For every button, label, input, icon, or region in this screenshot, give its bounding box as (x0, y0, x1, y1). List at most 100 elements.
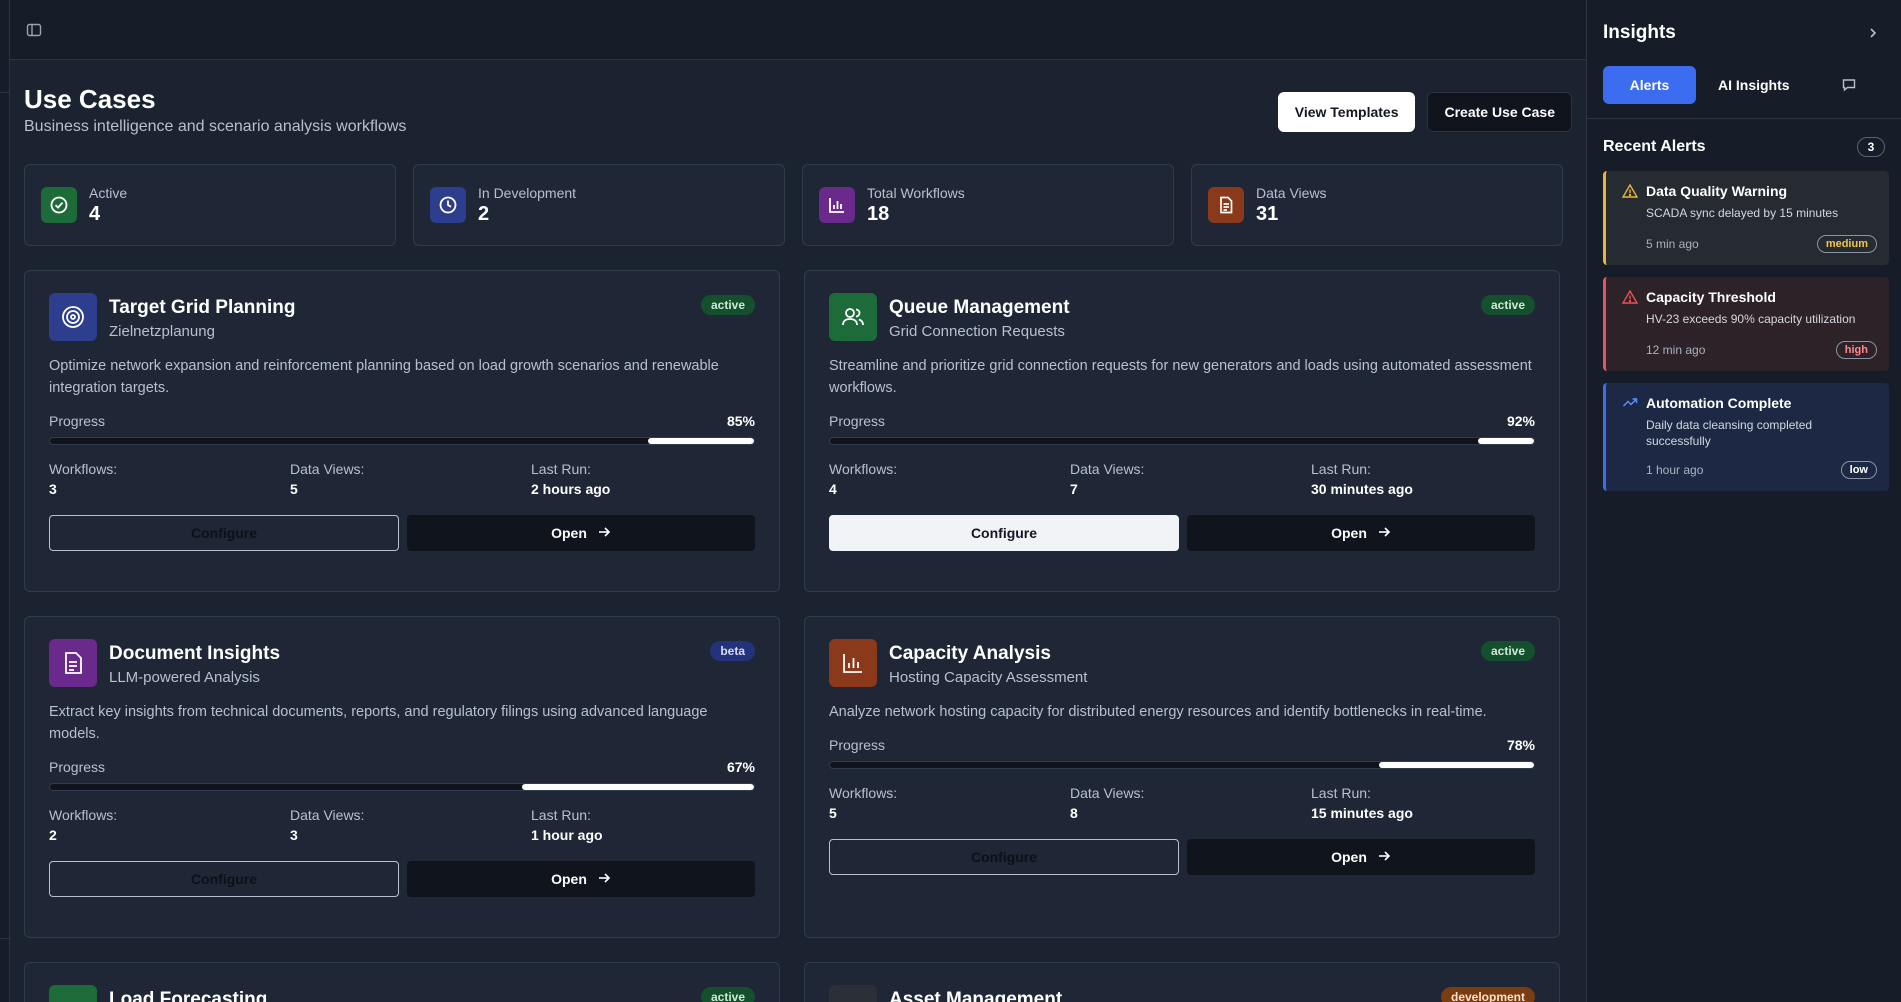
progress-label: Progress (829, 737, 886, 753)
stat-data-views: Data Views 31 (1191, 164, 1563, 246)
bar-chart-icon (819, 187, 855, 223)
data-views-value: 5 (290, 481, 298, 497)
alert-item[interactable]: Capacity Threshold HV-23 exceeds 90% cap… (1603, 277, 1889, 371)
use-case-card: Target Grid Planning Zielnetzplanung act… (24, 270, 780, 592)
data-views-label: Data Views: (290, 461, 365, 477)
app: Use Cases Business intelligence and scen… (0, 0, 1901, 1002)
workflows-label: Workflows: (49, 461, 118, 477)
bar-chart-icon (829, 639, 877, 687)
workflows-label: Workflows: (829, 785, 898, 801)
recent-alerts-title: Recent Alerts (1603, 138, 1706, 155)
alert-description: SCADA sync delayed by 15 minutes (1646, 206, 1839, 220)
alert-triangle-icon (1621, 289, 1640, 307)
configure-button[interactable]: Configure (49, 515, 399, 551)
open-label: Open (551, 871, 587, 887)
left-rail (0, 0, 10, 1002)
users-icon (829, 293, 877, 341)
use-case-card: Document Insights LLM-powered Analysis b… (24, 616, 780, 938)
alert-description: Daily data cleansing completed successfu… (1646, 418, 1813, 448)
stats-row: Active 4 In Development 2 Total Workflow… (24, 164, 1572, 246)
card-title: Target Grid Planning (109, 297, 296, 318)
status-badge: active (1480, 641, 1535, 661)
tab-alerts[interactable]: Alerts (1603, 66, 1696, 104)
arrow-right-icon (1377, 525, 1391, 542)
use-case-card-partial: Asset Management development (804, 962, 1560, 1002)
data-views-label: Data Views: (1070, 785, 1145, 801)
last-run-value: 1 hour ago (531, 827, 603, 843)
progress-label: Progress (829, 413, 886, 429)
last-run-value: 2 hours ago (531, 481, 611, 497)
alert-time: 1 hour ago (1646, 463, 1704, 477)
status-badge: active (700, 295, 755, 315)
alert-title: Data Quality Warning (1646, 183, 1788, 199)
rail-divider (0, 938, 10, 939)
view-templates-button[interactable]: View Templates (1277, 92, 1416, 132)
stat-value: 2 (478, 202, 490, 225)
tab-ai-insights[interactable]: AI Insights (1702, 66, 1806, 104)
use-case-grid: Target Grid Planning Zielnetzplanung act… (24, 270, 1572, 1002)
open-button[interactable]: Open (407, 861, 755, 897)
chevron-right-icon[interactable] (1861, 21, 1885, 45)
create-use-case-button[interactable]: Create Use Case (1427, 92, 1572, 132)
data-views-value: 7 (1070, 481, 1078, 497)
status-badge: development (1440, 987, 1535, 1002)
arrow-right-icon (597, 525, 611, 542)
card-subtitle: Zielnetzplanung (109, 323, 215, 340)
data-views-label: Data Views: (290, 807, 365, 823)
workflows-label: Workflows: (829, 461, 898, 477)
progress-percent: 78% (1506, 737, 1535, 753)
workflows-label: Workflows: (49, 807, 118, 823)
alert-item[interactable]: Data Quality Warning SCADA sync delayed … (1603, 171, 1889, 265)
progress-label: Progress (49, 759, 106, 775)
stat-total-workflows: Total Workflows 18 (802, 164, 1174, 246)
last-run-value: 15 minutes ago (1311, 805, 1413, 821)
last-run-value: 30 minutes ago (1311, 481, 1413, 497)
workflows-value: 4 (829, 481, 837, 497)
progress-fill (648, 438, 754, 444)
configure-button[interactable]: Configure (829, 515, 1179, 551)
alert-count-badge: 3 (1857, 137, 1885, 157)
card-title: Document Insights (109, 643, 281, 664)
card-description: Streamline and prioritize grid connectio… (829, 358, 1532, 396)
card-description: Optimize network expansion and reinforce… (49, 358, 719, 396)
progress-bar (49, 783, 755, 791)
use-case-card: Queue Management Grid Connection Request… (804, 270, 1560, 592)
configure-button[interactable]: Configure (829, 839, 1179, 875)
page-title: Use Cases (24, 84, 156, 114)
stat-in-development: In Development 2 (413, 164, 785, 246)
stat-active: Active 4 (24, 164, 396, 246)
top-bar (10, 0, 1586, 60)
progress-fill (1477, 438, 1534, 444)
last-run-label: Last Run: (531, 461, 591, 477)
progress-label: Progress (49, 413, 106, 429)
trending-up-icon (1622, 395, 1640, 413)
open-button[interactable]: Open (407, 515, 755, 551)
chat-icon[interactable] (1841, 77, 1857, 93)
insights-panel: Insights Alerts AI Insights Recent Alert… (1586, 0, 1901, 1002)
open-label: Open (1331, 525, 1367, 541)
progress-fill (1379, 762, 1534, 768)
clock-icon (430, 187, 466, 223)
use-case-card: Capacity Analysis Hosting Capacity Asses… (804, 616, 1560, 938)
card-icon (829, 985, 877, 1002)
stat-label: Data Views (1256, 184, 1327, 201)
workflows-value: 2 (49, 827, 57, 843)
card-description: Analyze network hosting capacity for dis… (829, 704, 1487, 720)
arrow-right-icon (597, 871, 611, 888)
progress-fill (521, 784, 754, 790)
open-button[interactable]: Open (1187, 839, 1535, 875)
card-description: Extract key insights from technical docu… (49, 704, 708, 742)
progress-percent: 67% (726, 759, 755, 775)
alert-item[interactable]: Automation Complete Daily data cleansing… (1603, 383, 1889, 491)
open-label: Open (551, 525, 587, 541)
panel-title: Insights (1603, 22, 1676, 43)
stat-value: 18 (867, 202, 890, 225)
alert-title: Automation Complete (1646, 395, 1792, 411)
configure-button[interactable]: Configure (49, 861, 399, 897)
page-header: Use Cases Business intelligence and scen… (24, 84, 1572, 164)
target-icon (49, 293, 97, 341)
workflows-value: 5 (829, 805, 837, 821)
progress-percent: 92% (1506, 413, 1535, 429)
open-button[interactable]: Open (1187, 515, 1535, 551)
sidebar-toggle-icon[interactable] (22, 18, 46, 42)
